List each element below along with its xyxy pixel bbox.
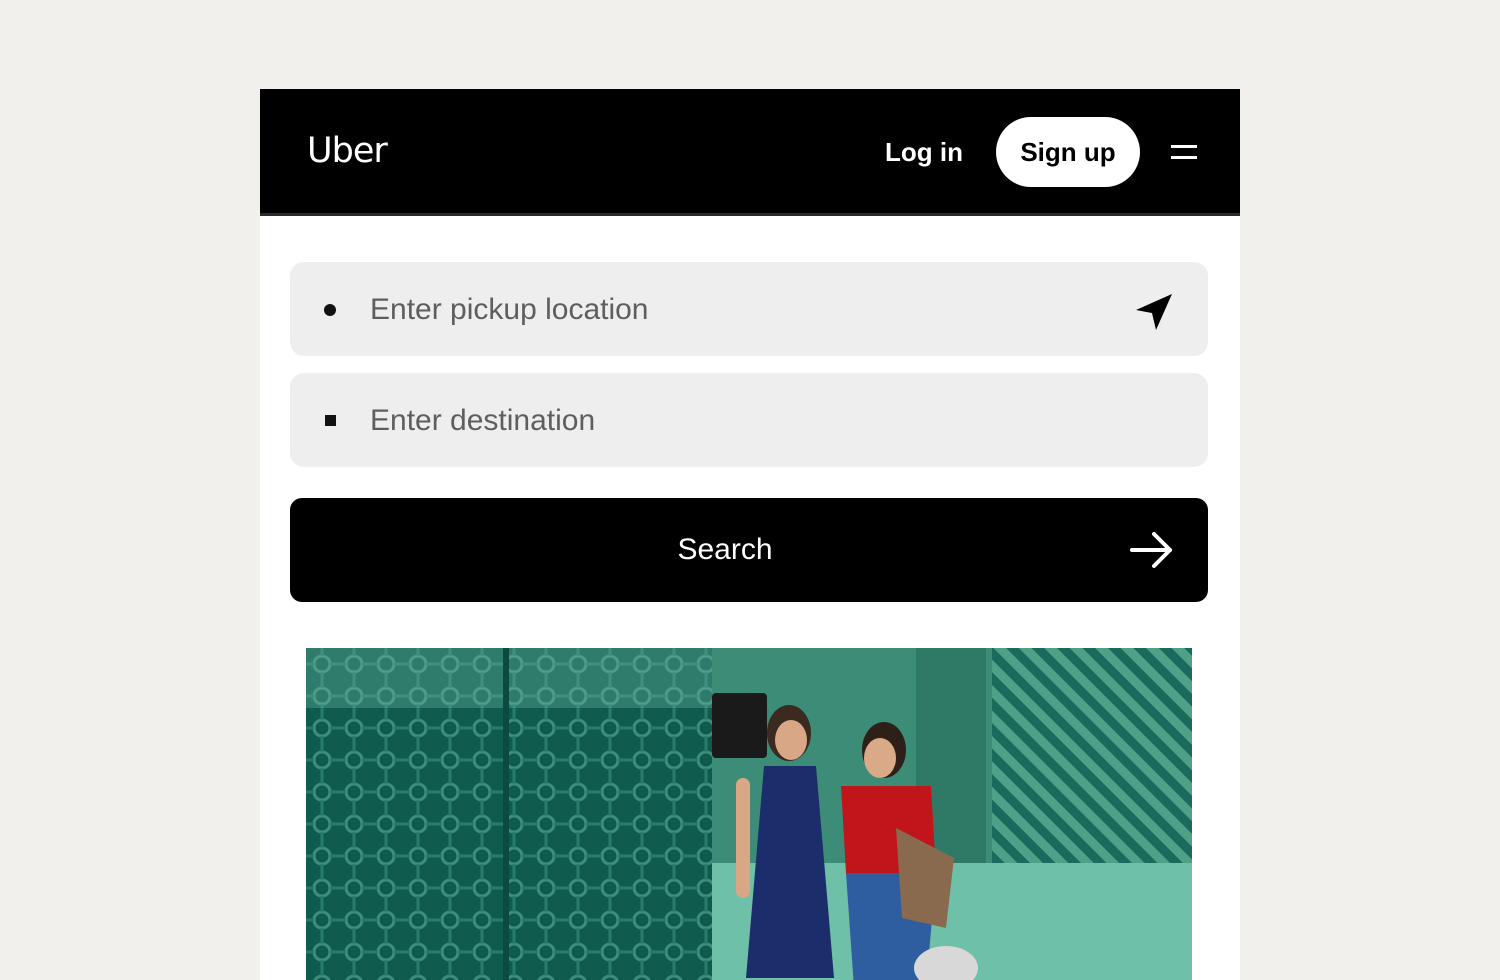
login-link[interactable]: Log in	[885, 136, 963, 168]
top-nav-bar: Uber Log in Sign up	[260, 89, 1240, 216]
search-button-label: Search	[677, 533, 773, 566]
app-frame: Uber Log in Sign up Enter pickup locatio…	[260, 89, 1240, 980]
menu-icon[interactable]	[1168, 139, 1202, 165]
hero-photo	[306, 648, 1192, 980]
pickup-location-input[interactable]: Enter pickup location	[290, 262, 1208, 356]
location-arrow-icon[interactable]	[1132, 290, 1176, 334]
destination-input[interactable]: Enter destination	[290, 373, 1208, 467]
signup-button[interactable]: Sign up	[996, 117, 1140, 187]
pickup-dot-icon	[324, 304, 336, 316]
destination-placeholder: Enter destination	[370, 404, 596, 437]
arrow-right-icon	[1128, 528, 1176, 572]
search-button[interactable]: Search	[290, 498, 1208, 602]
uber-logo[interactable]: Uber	[307, 129, 388, 173]
pickup-placeholder: Enter pickup location	[370, 293, 649, 326]
destination-square-icon	[325, 415, 336, 426]
